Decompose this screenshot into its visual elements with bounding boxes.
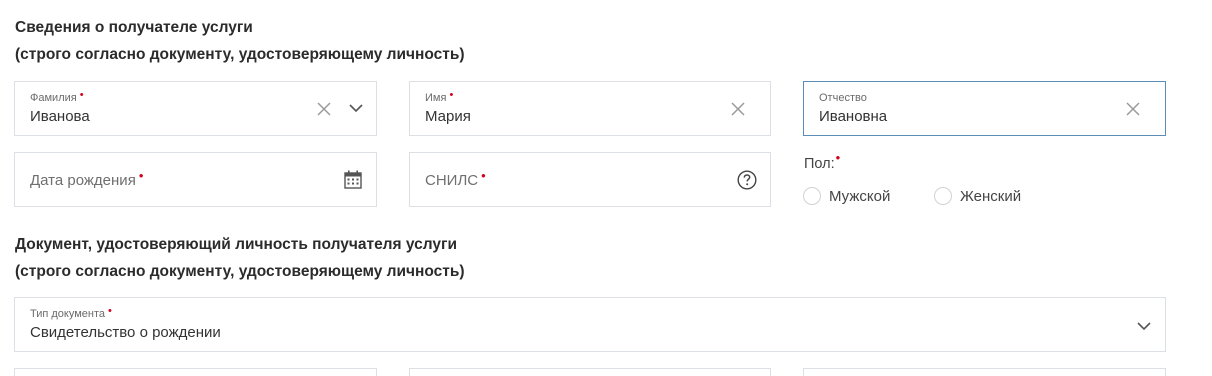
required-marker: • xyxy=(835,150,841,165)
document-section-subtitle: (строго согласно документу, удостоверяющ… xyxy=(15,263,465,280)
recipient-section-subtitle: (строго согласно документу, удостоверяющ… xyxy=(15,46,465,63)
required-marker: • xyxy=(108,305,112,317)
document-issue-date-field[interactable] xyxy=(803,368,1166,376)
birth-date-field[interactable]: Дата рождения • xyxy=(14,152,377,207)
radio-circle[interactable] xyxy=(934,187,952,205)
name-value: Мария xyxy=(425,108,471,125)
document-type-select[interactable]: Тип документа • Свидетельство о рождении xyxy=(14,297,1166,352)
document-type-label: Тип документа • xyxy=(30,305,112,320)
chevron-down-icon[interactable] xyxy=(1137,322,1151,331)
gender-female-label: Женский xyxy=(960,187,1022,205)
snils-placeholder: СНИЛС • xyxy=(425,168,486,189)
radio-circle[interactable] xyxy=(803,187,821,205)
gender-male-radio[interactable]: Мужской xyxy=(803,187,890,205)
surname-label: Фамилия • xyxy=(30,89,84,104)
patronymic-label: Отчество xyxy=(819,92,867,104)
gender-male-label: Мужской xyxy=(829,187,891,205)
snils-field[interactable]: СНИЛС • xyxy=(409,152,771,207)
required-marker: • xyxy=(79,89,84,101)
birth-date-placeholder: Дата рождения • xyxy=(30,168,144,189)
recipient-section-title: Сведения о получателе услуги xyxy=(15,19,253,36)
service-recipient-form: Сведения о получателе услуги (строго сог… xyxy=(0,0,1212,376)
name-field[interactable]: Имя • Мария xyxy=(409,81,771,136)
patronymic-field[interactable]: Отчество Ивановна xyxy=(803,81,1166,136)
gender-label: Пол:• xyxy=(804,150,841,172)
clear-icon[interactable] xyxy=(1126,102,1140,116)
required-marker: • xyxy=(138,168,144,183)
surname-value: Иванова xyxy=(30,108,90,125)
document-series-field[interactable] xyxy=(14,368,377,376)
document-number-field[interactable] xyxy=(409,368,771,376)
name-label: Имя • xyxy=(425,89,454,104)
document-type-value: Свидетельство о рождении xyxy=(30,324,221,341)
clear-icon[interactable] xyxy=(317,102,331,116)
clear-icon[interactable] xyxy=(731,102,745,116)
gender-female-radio[interactable]: Женский xyxy=(934,187,1021,205)
calendar-icon[interactable] xyxy=(344,170,362,189)
document-section-title: Документ, удостоверяющий личность получа… xyxy=(15,236,457,253)
surname-field[interactable]: Фамилия • Иванова xyxy=(14,81,377,136)
required-marker: • xyxy=(449,89,454,101)
patronymic-value: Ивановна xyxy=(819,108,888,125)
help-icon[interactable] xyxy=(737,170,757,190)
required-marker: • xyxy=(481,168,486,183)
chevron-down-icon[interactable] xyxy=(349,104,363,113)
